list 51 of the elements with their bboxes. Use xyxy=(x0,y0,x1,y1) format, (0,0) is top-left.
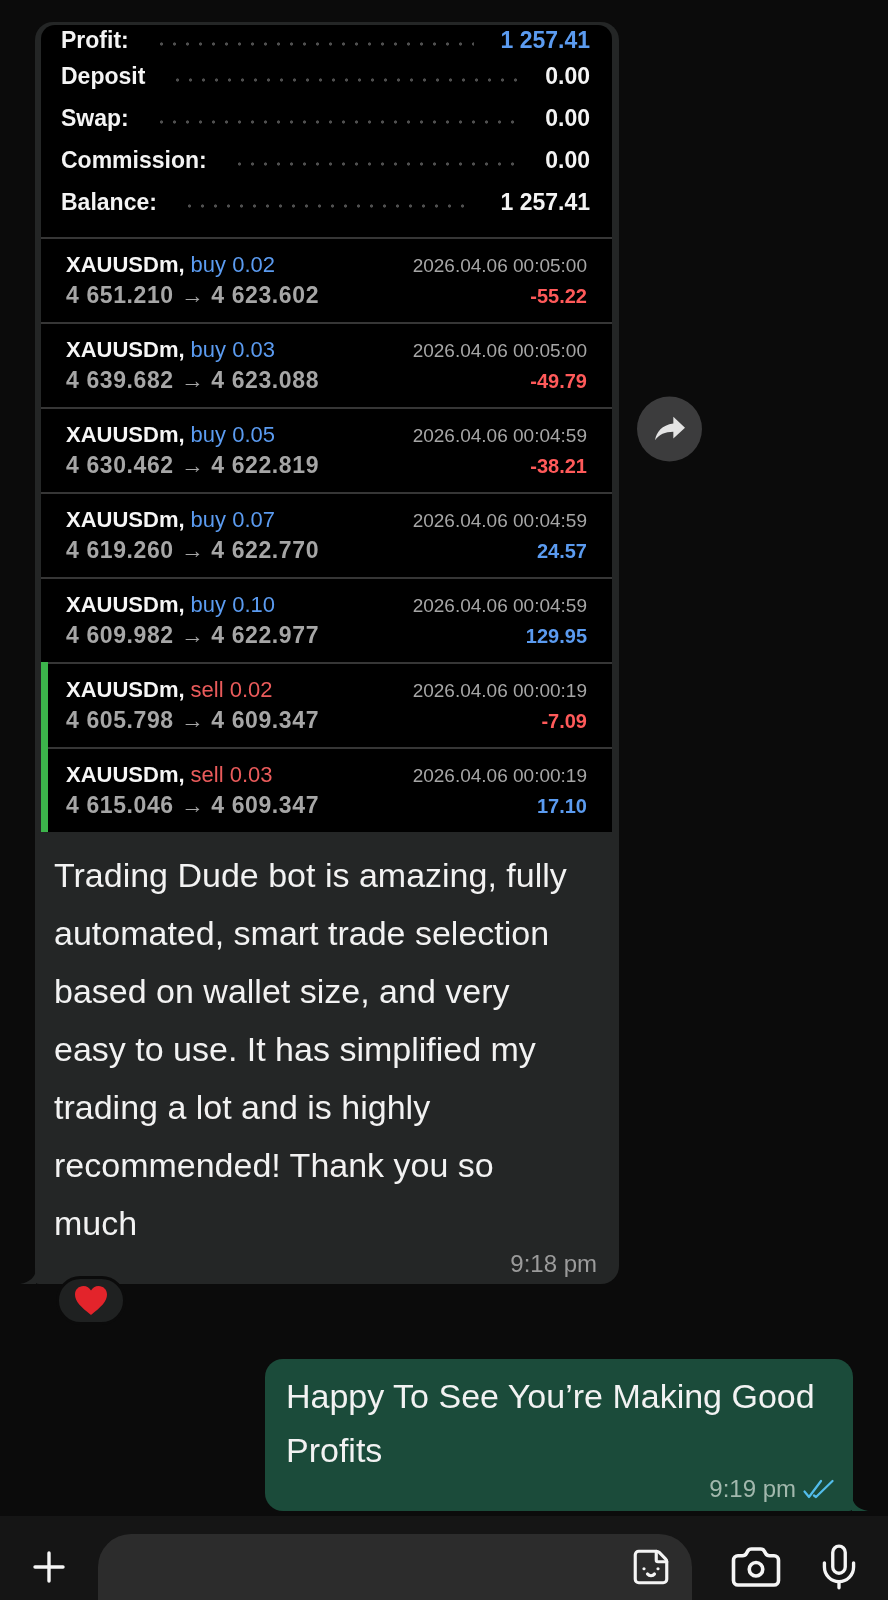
profit-value: -38.21 xyxy=(530,454,587,479)
symbol-label: XAUUSDm, xyxy=(66,336,185,364)
summary-label: Swap: xyxy=(61,104,129,132)
trade-time: 2026.04.06 00:04:59 xyxy=(412,424,587,448)
profit-value: -55.22 xyxy=(530,284,587,309)
symbol-label: XAUUSDm, xyxy=(66,421,185,449)
message-input-field[interactable] xyxy=(98,1534,692,1600)
order-label: buy 0.10 xyxy=(190,591,275,619)
profit-value: 24.57 xyxy=(536,539,587,564)
summary-value: 0.00 xyxy=(545,146,590,174)
trade-time: 2026.04.06 00:00:19 xyxy=(412,764,587,788)
trade-time: 2026.04.06 00:04:59 xyxy=(412,594,587,618)
price-range: 4 605.798 → 4 609.347 xyxy=(66,706,320,735)
trade-time: 2026.04.06 00:05:00 xyxy=(412,339,587,363)
symbol-label: XAUUSDm, xyxy=(66,251,185,279)
symbol-label: XAUUSDm, xyxy=(66,506,185,534)
summary-value: 0.00 xyxy=(545,62,590,90)
order-label: buy 0.05 xyxy=(190,421,275,449)
trade-time: 2026.04.06 00:04:59 xyxy=(412,509,587,533)
message-time: 9:19 pm xyxy=(709,1477,796,1501)
summary-value: 1 257.41 xyxy=(500,26,590,54)
symbol-label: XAUUSDm, xyxy=(66,676,185,704)
summary-label: Profit: xyxy=(61,26,129,54)
summary-value: 1 257.41 xyxy=(500,188,590,216)
price-range: 4 609.982 → 4 622.977 xyxy=(66,621,320,650)
order-label: sell 0.02 xyxy=(190,676,273,704)
profit-value: -7.09 xyxy=(541,709,587,734)
trade-time: 2026.04.06 00:00:19 xyxy=(412,679,587,703)
order-label: sell 0.03 xyxy=(190,761,273,789)
message-text: Trading Dude bot is amazing, fully automated, smart trade selection based on wallet size, and very easy to use. It has simplified my trading a lot and is highly recommended! Thank you so much xyxy=(54,855,568,1244)
summary-value: 0.00 xyxy=(545,104,590,132)
price-range: 4 615.046 → 4 609.347 xyxy=(66,791,320,820)
summary-label: Balance: xyxy=(61,188,157,216)
profit-value: 17.10 xyxy=(536,794,587,819)
message-text: Happy To See You’re Making Good Profits xyxy=(286,1376,816,1471)
message-time: 9:18 pm xyxy=(510,1252,597,1276)
summary-label: Deposit xyxy=(61,62,146,90)
price-range: 4 630.462 → 4 622.819 xyxy=(66,451,320,480)
price-range: 4 639.682 → 4 623.088 xyxy=(66,366,320,395)
share-arrow-icon xyxy=(654,416,685,441)
order-label: buy 0.07 xyxy=(190,506,275,534)
profit-value: 129.95 xyxy=(525,624,587,649)
profit-value: -49.79 xyxy=(530,369,587,394)
symbol-label: XAUUSDm, xyxy=(66,761,185,789)
order-label: buy 0.02 xyxy=(190,251,275,279)
price-range: 4 619.260 → 4 622.770 xyxy=(66,536,320,565)
price-range: 4 651.210 → 4 623.602 xyxy=(66,281,320,310)
order-label: buy 0.03 xyxy=(190,336,275,364)
symbol-label: XAUUSDm, xyxy=(66,591,185,619)
trade-time: 2026.04.06 00:05:00 xyxy=(412,254,587,278)
summary-label: Commission: xyxy=(61,146,207,174)
